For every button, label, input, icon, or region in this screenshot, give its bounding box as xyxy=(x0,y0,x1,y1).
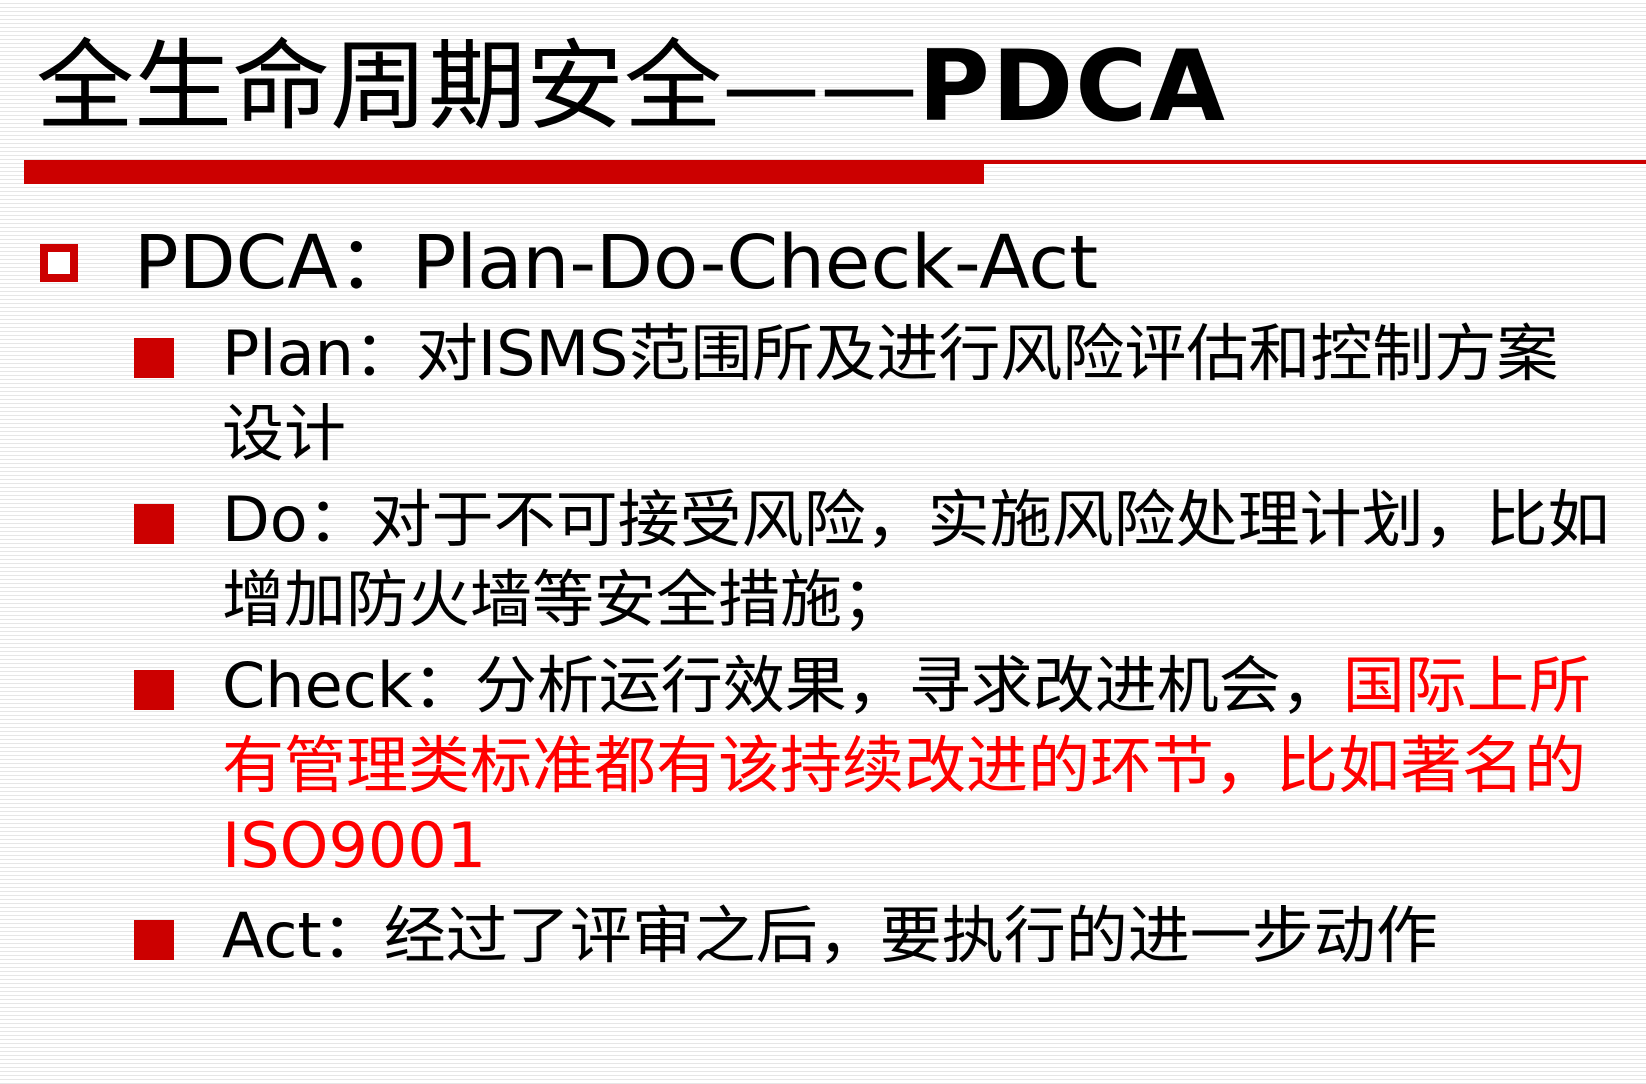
subbullet-check: Check：分析运行效果，寻求改进机会，国际上所有管理类标准都有该持续改进的环节… xyxy=(134,646,1614,886)
filled-square-bullet-icon xyxy=(134,920,174,960)
subbullet-plan-text: Plan：对ISMS范围所及进行风险评估和控制方案设计 xyxy=(222,317,1559,470)
bullet-pdca: PDCA：Plan-Do-Check-Act xyxy=(40,220,1098,306)
slide-title-main: 全生命周期安全—— xyxy=(36,30,919,144)
filled-square-bullet-icon xyxy=(134,338,174,378)
slide-title-latin: PDCA xyxy=(918,30,1227,144)
filled-square-bullet-icon xyxy=(134,504,174,544)
subbullet-check-text: Check：分析运行效果，寻求改进机会，国际上所有管理类标准都有该持续改进的环节… xyxy=(222,646,1612,886)
subbullet-check-lead: Check：分析运行效果，寻求改进机会， xyxy=(222,649,1343,722)
filled-square-bullet-icon xyxy=(134,670,174,710)
title-underline-thick xyxy=(24,160,984,184)
subbullet-do: Do：对于不可接受风险，实施风险处理计划，比如增加防火墙等安全措施； xyxy=(134,480,1614,640)
subbullet-act-text: Act：经过了评审之后，要执行的进一步动作 xyxy=(222,899,1438,972)
subbullet-act: Act：经过了评审之后，要执行的进一步动作 xyxy=(134,896,1614,976)
bullet-pdca-text: PDCA：Plan-Do-Check-Act xyxy=(134,220,1099,306)
subbullet-do-text: Do：对于不可接受风险，实施风险处理计划，比如增加防火墙等安全措施； xyxy=(222,483,1610,636)
subbullet-plan: Plan：对ISMS范围所及进行风险评估和控制方案设计 xyxy=(134,314,1614,474)
hollow-square-bullet-icon xyxy=(40,244,78,282)
slide-title: 全生命周期安全——PDCA xyxy=(36,22,1227,152)
